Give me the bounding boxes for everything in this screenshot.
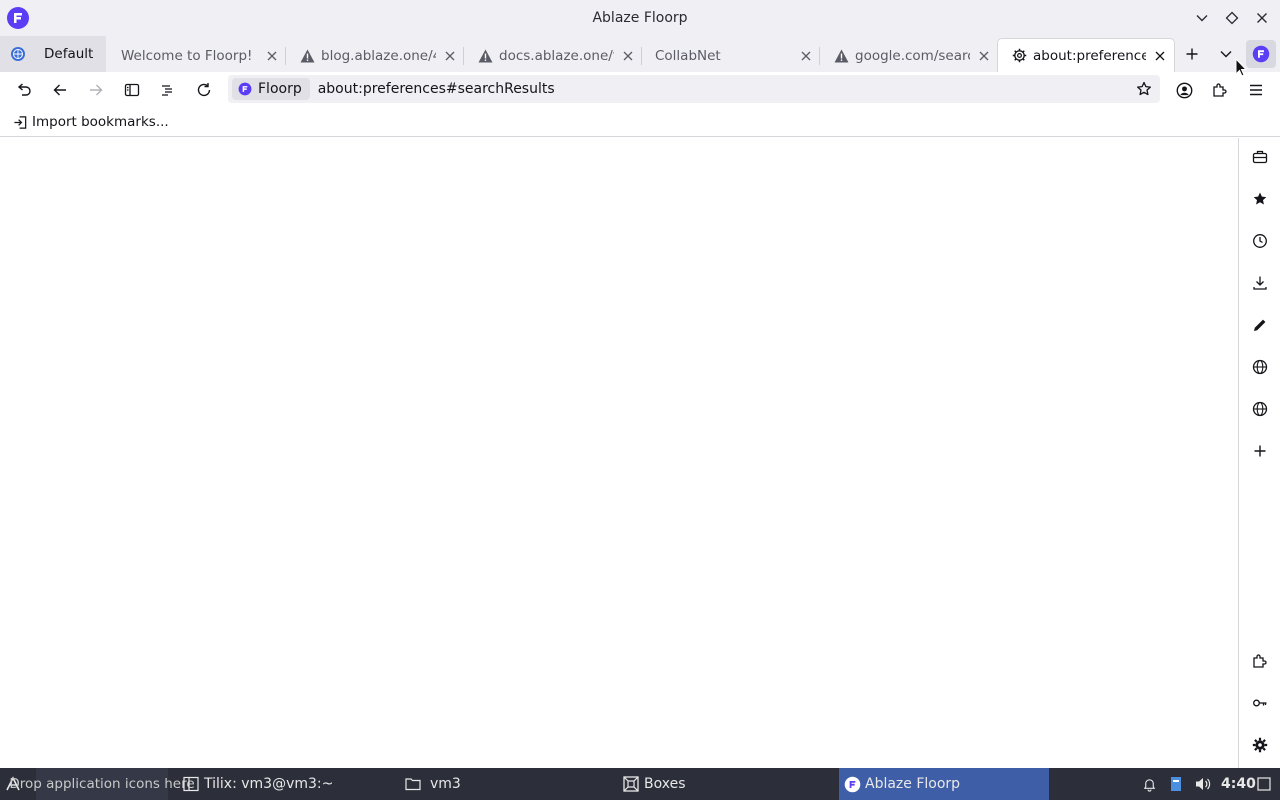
tab-blog[interactable]: blog.ablaze.one/4 — [286, 39, 464, 72]
url-bar[interactable]: Floorp — [228, 75, 1160, 103]
tab-close-icon[interactable] — [798, 48, 814, 64]
warning-icon — [477, 48, 493, 64]
sidebar-toggle-icon[interactable] — [120, 78, 144, 102]
reload-icon[interactable] — [192, 78, 216, 102]
window-title: Ablaze Floorp — [592, 10, 688, 26]
tab-label: blog.ablaze.one/4 — [321, 47, 436, 64]
bookmark-star-icon[interactable] — [1249, 188, 1271, 210]
url-input[interactable] — [317, 81, 1098, 97]
tree-style-tab-icon[interactable] — [156, 78, 180, 102]
taskbar-item-label: Boxes — [644, 776, 686, 792]
sidebar-panel-bar — [1238, 138, 1280, 768]
back-arrow-icon[interactable] — [48, 78, 72, 102]
identity-box[interactable]: Floorp — [232, 78, 310, 100]
extensions-puzzle-icon[interactable] — [1208, 78, 1232, 102]
bookmarks-toolbar: Import bookmarks... — [0, 108, 1280, 137]
tab-google[interactable]: google.com/searc — [820, 39, 998, 72]
taskbar-item-boxes[interactable]: Boxes — [622, 768, 686, 800]
tab-close-icon[interactable] — [976, 48, 992, 64]
floorp-logo-icon — [238, 82, 252, 96]
web-panel-globe-icon[interactable] — [1249, 398, 1271, 420]
identity-label: Floorp — [258, 81, 302, 97]
settings-gear-icon[interactable] — [1249, 734, 1271, 756]
clock[interactable]: 4:40 — [1221, 768, 1256, 800]
workspace-button[interactable]: Default — [0, 36, 106, 72]
web-panel-globe-icon[interactable] — [1249, 356, 1271, 378]
taskbar-item-label: Tilix: vm3@vm3:~ — [204, 776, 334, 792]
tab-preferences[interactable]: about:preferences — [998, 39, 1174, 72]
boxes-icon — [622, 775, 640, 793]
floorp-logo-icon — [843, 775, 861, 793]
history-clock-icon[interactable] — [1249, 230, 1271, 252]
account-icon[interactable] — [1172, 78, 1196, 102]
taskbar-drop-hint: Drop application icons here — [9, 768, 195, 800]
minimize-icon[interactable] — [1192, 8, 1212, 28]
tab-welcome[interactable]: Welcome to Floorp! — [108, 39, 286, 72]
toolbox-icon[interactable] — [1249, 146, 1271, 168]
taskbar-item-vm3[interactable]: vm3 — [404, 768, 461, 800]
workspace-label: Default — [44, 46, 94, 62]
mouse-cursor-icon — [1235, 58, 1247, 77]
tab-label: CollabNet — [655, 47, 721, 64]
bookmark-star-icon[interactable] — [1134, 79, 1154, 99]
tab-close-icon[interactable] — [620, 48, 636, 64]
taskbar-item-floorp[interactable]: Ablaze Floorp — [839, 768, 1049, 800]
undo-close-tab-icon[interactable] — [12, 78, 36, 102]
page-content-area[interactable] — [0, 138, 1238, 768]
volume-icon[interactable] — [1194, 768, 1216, 800]
gear-icon — [1011, 48, 1027, 64]
tab-label: Welcome to Floorp! — [121, 47, 253, 64]
tab-close-icon[interactable] — [442, 48, 458, 64]
add-panel-icon[interactable] — [1249, 440, 1271, 462]
terminal-icon — [182, 775, 200, 793]
taskbar-item-tilix[interactable]: Tilix: vm3@vm3:~ — [182, 768, 333, 800]
tab-docs[interactable]: docs.ablaze.one/fl — [464, 39, 642, 72]
notes-pen-icon[interactable] — [1249, 314, 1271, 336]
show-desktop-icon[interactable] — [1257, 768, 1275, 800]
close-window-icon[interactable] — [1252, 8, 1272, 28]
tab-label: docs.ablaze.one/fl — [499, 47, 614, 64]
system-taskbar: Drop application icons here Tilix: vm3@v… — [0, 768, 1280, 800]
window-titlebar: Ablaze Floorp — [0, 0, 1280, 36]
folder-icon — [404, 775, 422, 793]
warning-icon — [833, 48, 849, 64]
taskbar-item-label: Ablaze Floorp — [865, 776, 961, 792]
warning-icon — [299, 48, 315, 64]
hamburger-menu-icon[interactable] — [1244, 78, 1268, 102]
tab-close-icon[interactable] — [264, 48, 280, 64]
forward-arrow-icon[interactable] — [84, 78, 108, 102]
tab-collabnet[interactable]: CollabNet — [642, 39, 820, 72]
floorp-logo-icon — [7, 7, 29, 29]
tab-close-icon[interactable] — [1152, 48, 1168, 64]
maximize-icon[interactable] — [1222, 8, 1242, 28]
taskbar-item-label: vm3 — [430, 776, 461, 792]
extensions-icon[interactable] — [1249, 650, 1271, 672]
passwords-key-icon[interactable] — [1249, 692, 1271, 714]
tab-strip: Welcome to Floorp! blog.ablaze.one/4 doc… — [0, 36, 1280, 72]
network-icon[interactable] — [1170, 768, 1186, 800]
download-icon[interactable] — [1249, 272, 1271, 294]
tab-label: about:preferences — [1033, 47, 1146, 64]
tab-label: google.com/searc — [855, 47, 970, 64]
new-tab-plus-icon[interactable] — [1180, 42, 1204, 66]
import-bookmarks-link[interactable]: Import bookmarks... — [32, 114, 169, 130]
floorp-menu-logo-icon[interactable] — [1246, 40, 1276, 68]
workspace-globe-icon — [11, 47, 25, 61]
import-icon — [12, 114, 28, 130]
notifications-bell-icon[interactable] — [1142, 768, 1160, 800]
